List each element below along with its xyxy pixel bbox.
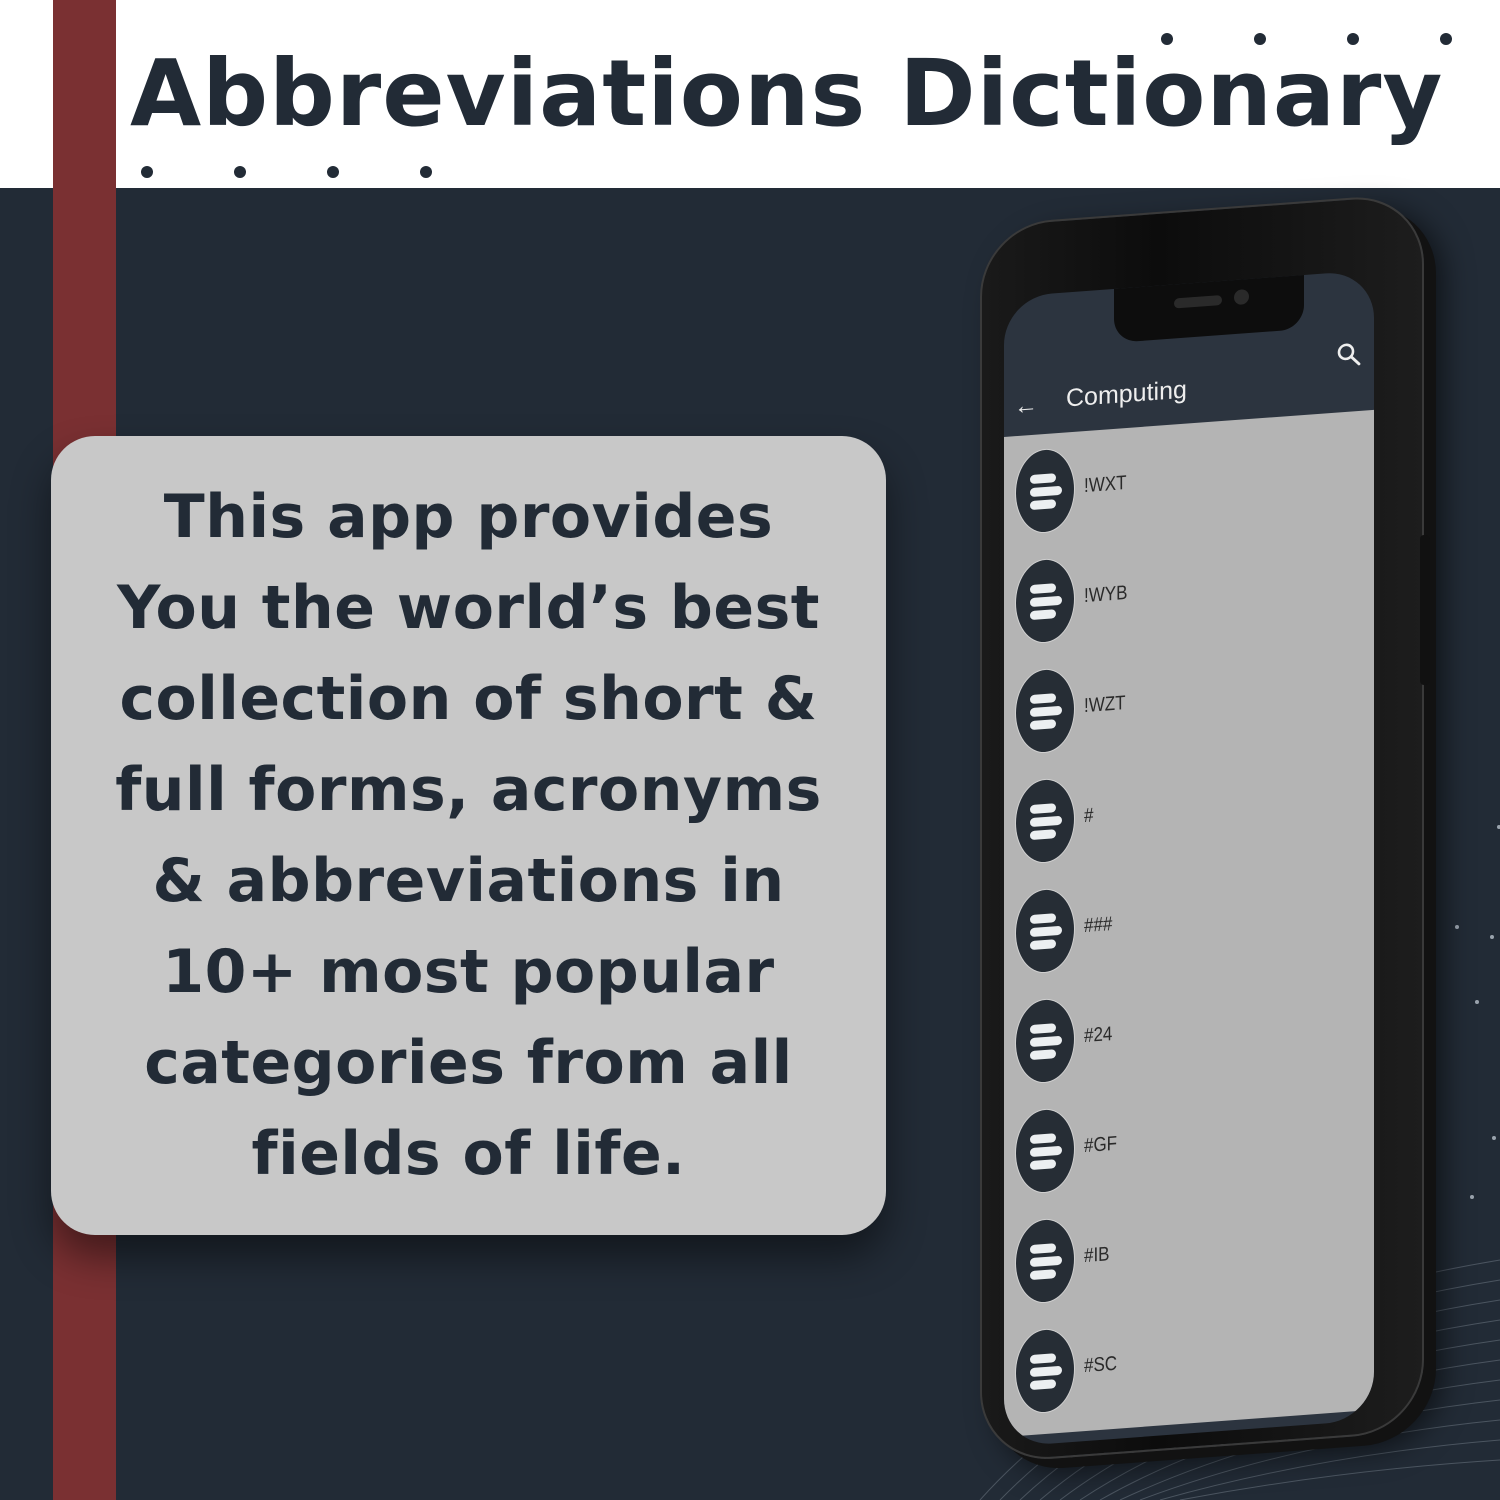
search-icon[interactable]: [1336, 341, 1362, 369]
description-line: categories from all: [144, 1027, 793, 1098]
description-line: 10+ most popular: [162, 936, 775, 1007]
list-item-label: !WXT: [1084, 472, 1127, 498]
menu-lines-icon: [1016, 887, 1074, 975]
description-line: & abbreviations in: [152, 845, 785, 916]
list-item-label: !WYB: [1084, 581, 1128, 608]
list-item-label: !WZT: [1084, 692, 1126, 718]
menu-lines-icon: [1016, 1217, 1074, 1305]
menu-lines-icon: [1016, 1107, 1074, 1195]
page-title: Abbreviations Dictionary: [130, 40, 1444, 147]
phone-screen: ← Computing !WXT !WYB !WZT # ### #24 #GF…: [1004, 269, 1374, 1448]
menu-lines-icon: [1016, 1327, 1074, 1415]
description-line: full forms, acronyms: [115, 754, 822, 825]
list-item-label: #: [1084, 804, 1094, 828]
list-item-label: #SC: [1084, 1352, 1118, 1378]
decorative-star: [1492, 1136, 1496, 1140]
decorative-star: [1470, 1195, 1474, 1199]
phone-mockup: ← Computing !WXT !WYB !WZT # ### #24 #GF…: [980, 192, 1442, 1470]
menu-lines-icon: [1016, 667, 1074, 755]
description-line: You the world’s best: [117, 572, 820, 643]
description-card: This app provides You the world’s best c…: [51, 436, 886, 1235]
menu-lines-icon: [1016, 447, 1074, 535]
menu-lines-icon: [1016, 557, 1074, 645]
list-item-label: #IB: [1084, 1243, 1110, 1268]
description-line: This app provides: [163, 481, 774, 552]
decorative-dots-bottom: [141, 166, 513, 178]
list-item-label: #24: [1084, 1023, 1113, 1048]
menu-lines-icon: [1016, 997, 1074, 1085]
description-line: collection of short &: [119, 663, 818, 734]
abbreviation-list: !WXT !WYB !WZT # ### #24 #GF #IB #SC: [1004, 409, 1374, 1438]
arrow-left-icon[interactable]: ←: [1014, 392, 1038, 421]
list-item-label: #GF: [1084, 1132, 1118, 1158]
description-line: fields of life.: [251, 1118, 686, 1189]
decorative-star: [1490, 935, 1494, 939]
decorative-star: [1455, 925, 1459, 929]
description-text: This app provides You the world’s best c…: [115, 472, 822, 1200]
decorative-star: [1475, 1000, 1479, 1004]
category-title: Computing: [1066, 375, 1187, 413]
phone-side-button: [1420, 535, 1430, 685]
speaker-grille: [1174, 294, 1222, 309]
menu-lines-icon: [1016, 777, 1074, 865]
front-camera: [1234, 289, 1249, 306]
list-item-label: ###: [1084, 913, 1113, 938]
